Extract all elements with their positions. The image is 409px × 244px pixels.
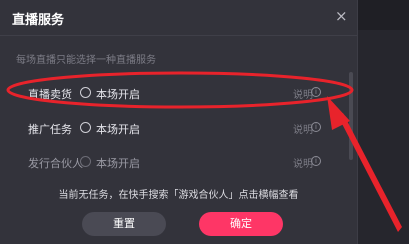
service-row-release-partner: 发行合伙人 本场开启 说明 i [0,152,345,174]
background-top-bar [355,0,409,30]
row-label: 发行合伙人 [28,157,83,170]
help-link[interactable]: 说明 [293,155,313,170]
row-label: 推广任务 [28,123,72,136]
radio-label[interactable]: 本场开启 [96,121,140,137]
dialog-title: 直播服务 [12,13,65,28]
radio-button [80,156,91,167]
close-icon[interactable]: × [335,8,348,24]
confirm-button[interactable]: 确定 [199,212,283,236]
radio-button[interactable] [80,87,91,98]
radio-label[interactable]: 本场开启 [96,86,140,102]
background-panel [355,0,409,244]
reset-button[interactable]: 重置 [82,212,166,236]
header-divider [0,35,357,36]
help-link[interactable]: 说明 [293,121,313,136]
dialog-subtitle: 每场直播只能选择一种直播服务 [16,55,156,66]
info-icon[interactable]: i [311,122,321,132]
service-row-live-selling: 直播卖货 本场开启 说明 i [0,83,345,105]
live-service-dialog: 直播服务 × 每场直播只能选择一种直播服务 直播卖货 本场开启 说明 i 推广任… [0,0,358,244]
scrollbar[interactable] [349,72,353,160]
info-icon[interactable]: i [311,156,321,166]
notice-text: 当前无任务，在快手搜索「游戏合伙人」点击横幅查看 [58,190,299,201]
row-label: 直播卖货 [28,88,72,101]
info-icon[interactable]: i [311,87,321,97]
help-link[interactable]: 说明 [293,86,313,101]
service-row-promotion-task: 推广任务 本场开启 说明 i [0,118,345,140]
radio-label: 本场开启 [96,157,140,170]
radio-button[interactable] [80,122,91,133]
